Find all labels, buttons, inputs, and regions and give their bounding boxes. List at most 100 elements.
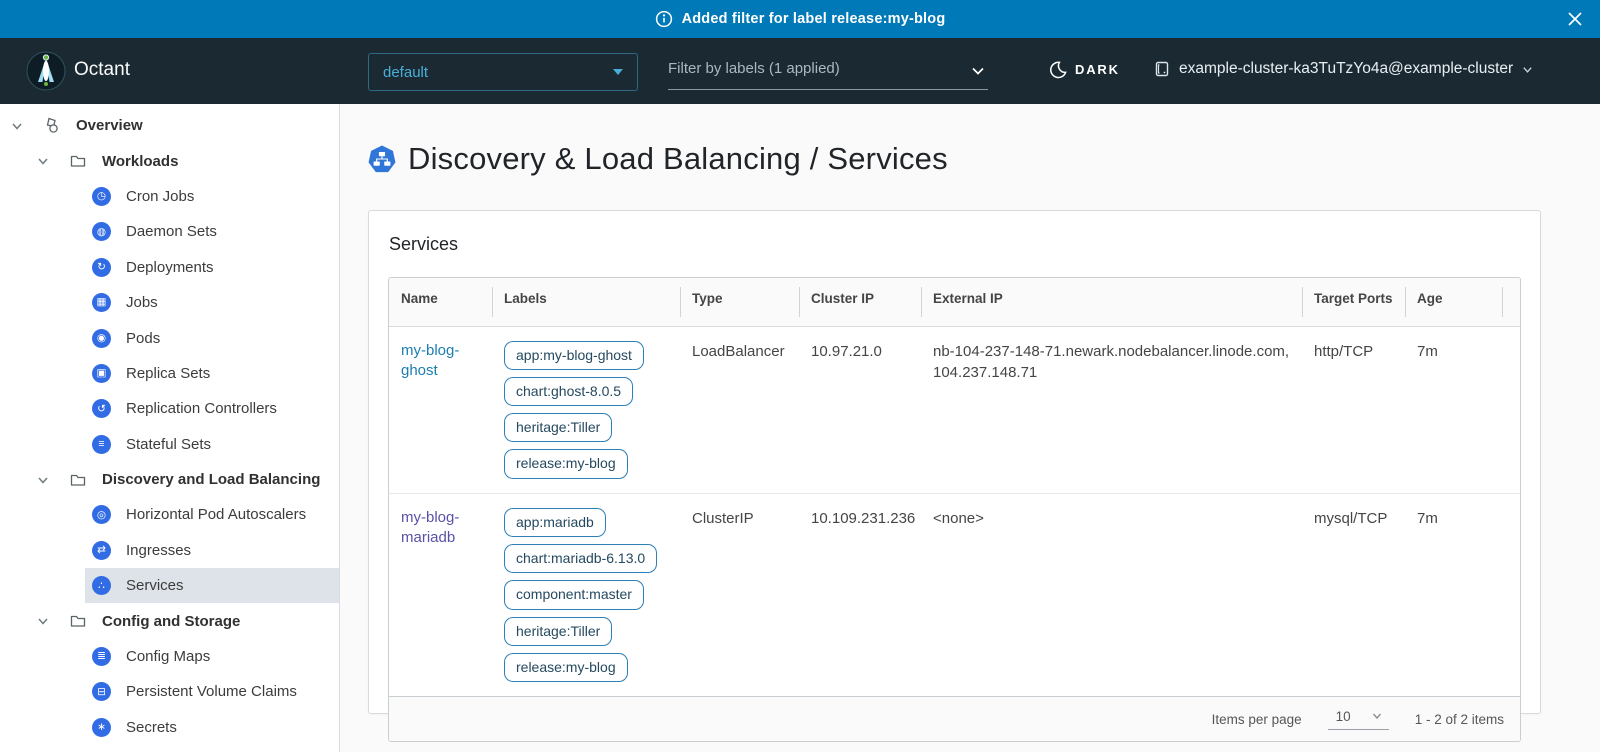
- cell-cluster-ip: 10.109.231.236: [799, 493, 921, 696]
- configmap-icon: ≣: [92, 647, 111, 666]
- app-header: Octant default Filter by labels (1 appli…: [0, 38, 1600, 104]
- job-icon: ▦: [92, 293, 111, 312]
- sidebar-item-pods[interactable]: ◉ Pods: [0, 320, 339, 355]
- sidebar-item-cron-jobs[interactable]: ◷ Cron Jobs: [0, 179, 339, 214]
- context-label: example-cluster-ka3TuTzYo4a@example-clus…: [1179, 60, 1513, 78]
- caret-down-icon: [613, 69, 623, 75]
- hpa-icon: ◎: [92, 505, 111, 524]
- objects-icon: [42, 116, 61, 135]
- sidebar-item-label: Stateful Sets: [126, 436, 211, 453]
- label-chip[interactable]: app:mariadb: [504, 508, 606, 537]
- chevron-down-icon[interactable]: [36, 614, 50, 628]
- table-footer: Items per page 10 1 - 2 of 2 items: [389, 696, 1520, 741]
- items-per-page-select[interactable]: 10: [1328, 709, 1389, 730]
- label-chip[interactable]: heritage:Tiller: [504, 413, 612, 442]
- pagination-range: 1 - 2 of 2 items: [1415, 712, 1504, 727]
- cell-age: 7m: [1405, 326, 1502, 493]
- sidebar-item-ingresses[interactable]: ⇄ Ingresses: [0, 533, 339, 568]
- sidebar-item-workloads[interactable]: Workloads: [0, 143, 339, 178]
- sidebar-nav: Overview Workloads ◷ Cron Jobs ◍ Daemon …: [0, 104, 340, 752]
- column-header-cluster-ip: Cluster IP: [799, 278, 921, 326]
- sidebar-item-label: Replica Sets: [126, 365, 210, 382]
- service-link[interactable]: my-blog-mariadb: [401, 508, 480, 549]
- cluster-icon: [1152, 60, 1170, 78]
- sidebar-item-overview[interactable]: Overview: [0, 108, 339, 143]
- label-chip[interactable]: heritage:Tiller: [504, 617, 612, 646]
- theme-toggle-button[interactable]: DARK: [1048, 60, 1120, 79]
- sidebar-item-label: Daemon Sets: [126, 223, 217, 240]
- sidebar-item-label: Horizontal Pod Autoscalers: [126, 506, 306, 523]
- notification-bar: Added filter for label release:my-blog: [0, 0, 1600, 38]
- sidebar-item-replication-controllers[interactable]: ↺ Replication Controllers: [0, 391, 339, 426]
- chevron-down-icon[interactable]: [36, 473, 50, 487]
- sidebar-item-label: Jobs: [126, 294, 158, 311]
- app-title: Octant: [74, 59, 130, 81]
- sidebar-item-persistent-volume-claims[interactable]: ⊟ Persistent Volume Claims: [0, 674, 339, 709]
- sidebar-item-label: Services: [126, 577, 184, 594]
- chevron-down-icon[interactable]: [10, 119, 24, 133]
- cell-age: 7m: [1405, 493, 1502, 696]
- label-chip[interactable]: release:my-blog: [504, 653, 628, 682]
- folder-icon: [68, 470, 87, 489]
- sidebar-item-label: Discovery and Load Balancing: [102, 471, 320, 488]
- sidebar-item-label: Overview: [76, 117, 143, 134]
- cell-external-ip: nb-104-237-148-71.newark.nodebalancer.li…: [921, 326, 1302, 493]
- label-chip[interactable]: component:master: [504, 580, 644, 609]
- sidebar-item-jobs[interactable]: ▦ Jobs: [0, 285, 339, 320]
- sidebar-item-deployments[interactable]: ↻ Deployments: [0, 250, 339, 285]
- statefulset-icon: ≡: [92, 435, 111, 454]
- service-link[interactable]: my-blog-ghost: [401, 341, 480, 382]
- secret-icon: ∗: [92, 718, 111, 737]
- sidebar-item-replica-sets[interactable]: ▣ Replica Sets: [0, 356, 339, 391]
- namespace-selector[interactable]: default: [368, 53, 638, 91]
- sidebar-item-horizontal-pod-autoscalers[interactable]: ◎ Horizontal Pod Autoscalers: [0, 497, 339, 532]
- sidebar-item-label: Config and Storage: [102, 613, 240, 630]
- label-chip[interactable]: chart:ghost-8.0.5: [504, 377, 633, 406]
- label-filter-dropdown[interactable]: Filter by labels (1 applied): [668, 60, 988, 90]
- sidebar-item-daemon-sets[interactable]: ◍ Daemon Sets: [0, 214, 339, 249]
- column-header-age: Age: [1405, 278, 1502, 326]
- cell-target-ports: http/TCP: [1302, 326, 1405, 493]
- cell-cluster-ip: 10.97.21.0: [799, 326, 921, 493]
- sidebar-item-label: Deployments: [126, 259, 214, 276]
- sidebar-item-secrets[interactable]: ∗ Secrets: [0, 710, 339, 745]
- sidebar-item-label: Pods: [126, 330, 160, 347]
- theme-toggle-label: DARK: [1075, 62, 1120, 77]
- context-selector[interactable]: example-cluster-ka3TuTzYo4a@example-clus…: [1152, 60, 1533, 78]
- sidebar-item-config-and-storage[interactable]: Config and Storage: [0, 603, 339, 638]
- info-icon: [655, 10, 673, 28]
- sidebar-item-config-maps[interactable]: ≣ Config Maps: [0, 639, 339, 674]
- column-header-spacer: [1502, 278, 1520, 326]
- sidebar-item-discovery-load-balancing[interactable]: Discovery and Load Balancing: [0, 462, 339, 497]
- service-icon: ∴: [92, 576, 111, 595]
- label-filter-text: Filter by labels (1 applied): [668, 60, 840, 77]
- sidebar-item-services[interactable]: ∴ Services: [0, 568, 339, 603]
- main-content: Discovery & Load Balancing / Services Se…: [341, 104, 1600, 752]
- column-header-name: Name: [389, 278, 492, 326]
- deployment-icon: ↻: [92, 258, 111, 277]
- folder-icon: [68, 152, 87, 171]
- table-header-row: Name Labels Type Cluster IP External IP …: [389, 278, 1520, 326]
- service-heptagon-icon: [368, 145, 396, 173]
- pvc-icon: ⊟: [92, 682, 111, 701]
- sidebar-item-stateful-sets[interactable]: ≡ Stateful Sets: [0, 427, 339, 462]
- notification-message: Added filter for label release:my-blog: [682, 11, 946, 27]
- services-table: Name Labels Type Cluster IP External IP …: [388, 277, 1521, 742]
- cell-external-ip: <none>: [921, 493, 1302, 696]
- cell-type: ClusterIP: [680, 493, 799, 696]
- chevron-down-icon: [970, 63, 986, 79]
- items-per-page-value: 10: [1336, 709, 1351, 724]
- label-chip[interactable]: app:my-blog-ghost: [504, 341, 644, 370]
- label-chip[interactable]: release:my-blog: [504, 449, 628, 478]
- octant-logo-icon: [26, 51, 66, 91]
- ingress-icon: ⇄: [92, 541, 111, 560]
- services-card: Services Name Labels Type Cluster IP Ext…: [368, 210, 1541, 714]
- sidebar-item-label: Persistent Volume Claims: [126, 683, 297, 700]
- chevron-down-icon[interactable]: [36, 154, 50, 168]
- label-chip[interactable]: chart:mariadb-6.13.0: [504, 544, 657, 573]
- replicaset-icon: ▣: [92, 364, 111, 383]
- close-icon[interactable]: [1566, 10, 1584, 28]
- column-header-labels: Labels: [492, 278, 680, 326]
- column-header-type: Type: [680, 278, 799, 326]
- cronjob-icon: ◷: [92, 187, 111, 206]
